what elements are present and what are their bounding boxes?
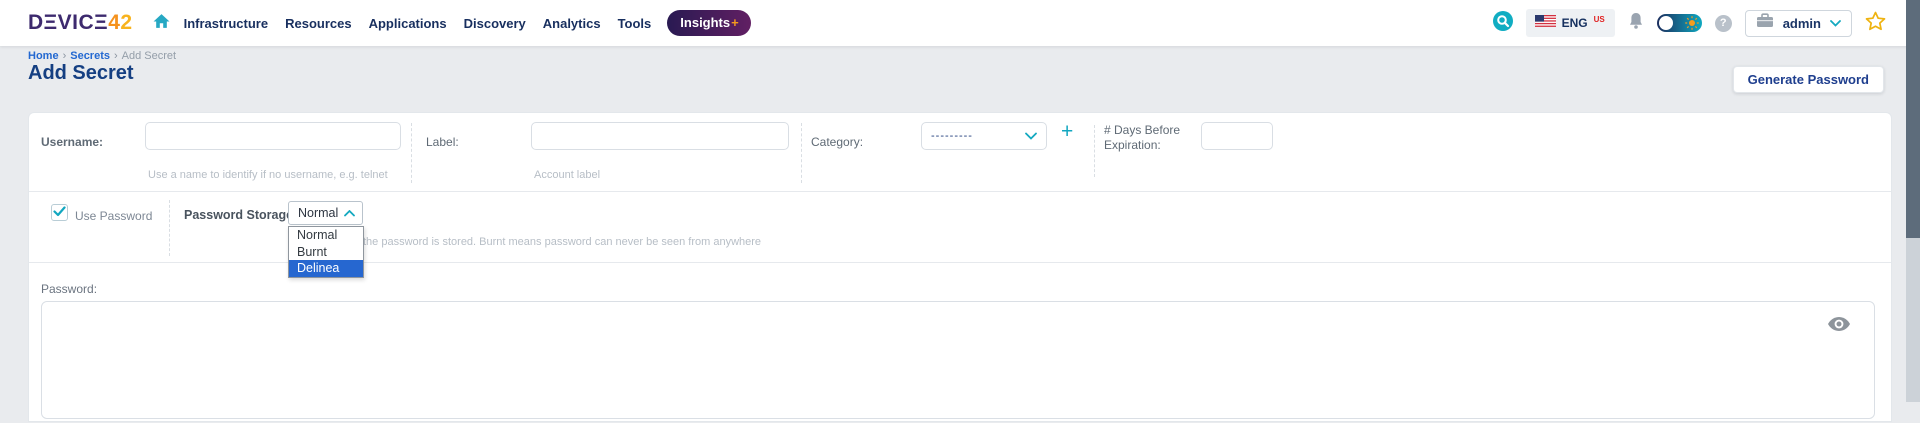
reveal-password-button[interactable] [1826,314,1852,337]
favorites-button[interactable] [1865,11,1886,36]
language-region: US [1594,15,1605,24]
breadcrumb-separator: › [114,50,118,62]
generate-password-button[interactable]: Generate Password [1733,66,1884,93]
nav-infrastructure[interactable]: Infrastructure [184,16,269,31]
nav-tools[interactable]: Tools [618,16,652,31]
form-row-password: Password: [29,263,1891,421]
home-icon [153,13,170,34]
chevron-up-icon [344,204,355,222]
checkmark-icon [53,204,66,222]
days-before-expiration-label: # Days Before Expiration: [1104,123,1214,153]
password-storage-label: Password Storage: [184,208,297,222]
language-label: ENG [1562,16,1588,30]
question-icon: ? [1720,17,1727,29]
nav-discovery[interactable]: Discovery [464,16,526,31]
password-storage-selected-value: Normal [298,206,338,220]
category-selected-value: --------- [931,130,973,142]
star-icon [1865,11,1886,36]
category-select[interactable]: --------- [921,122,1047,150]
password-field-container [41,301,1875,419]
use-password-label: Use Password [75,209,152,223]
username-label: Username: [41,135,103,149]
nav-resources[interactable]: Resources [285,16,351,31]
form-row-identity: Username: Use a name to identify if no u… [29,113,1891,192]
breadcrumb-home[interactable]: Home [28,50,59,62]
add-category-button[interactable]: + [1061,120,1073,144]
us-flag-icon [1535,14,1556,32]
dropdown-option-delinea[interactable]: Delinea [289,260,363,277]
sun-icon [1685,16,1699,35]
days-before-expiration-input[interactable] [1201,122,1273,150]
form-row-password-options: Use Password Password Storage: Normal No… [29,192,1891,263]
dropdown-option-burnt[interactable]: Burnt [289,244,363,261]
username-input[interactable] [145,122,401,150]
password-textarea[interactable] [42,302,1874,418]
password-storage-helper: the password is stored. Burnt means pass… [363,236,761,248]
breadcrumb-secrets[interactable]: Secrets [70,50,110,62]
theme-toggle[interactable] [1657,14,1702,32]
search-icon [1493,11,1513,36]
plus-icon: + [731,15,739,30]
home-nav-button[interactable] [153,13,170,34]
use-password-checkbox[interactable] [51,204,68,221]
insights-button[interactable]: Insights + [667,10,750,36]
device42-logo[interactable]: DΞVICΞ42 [28,11,133,35]
breadcrumb-current: Add Secret [122,50,176,62]
scrollbar-thumb[interactable] [1906,0,1920,238]
breadcrumb: Home›Secrets›Add Secret [28,50,176,62]
password-label: Password: [41,282,97,296]
label-helper: Account label [534,169,600,181]
logo-text: DΞVICΞ [28,11,108,34]
username-helper: Use a name to identify if no username, e… [148,169,388,181]
top-navbar: DΞVICΞ42 Infrastructure Resources Applic… [0,0,1920,46]
bell-icon [1628,12,1644,35]
nav-applications[interactable]: Applications [369,16,447,31]
toggle-knob-icon [1659,16,1673,30]
divider [411,123,412,183]
breadcrumb-separator: › [63,50,67,62]
eye-icon [1826,322,1852,337]
user-menu[interactable]: admin [1745,10,1852,37]
chevron-down-icon [1830,14,1841,32]
chevron-down-icon [1025,127,1037,145]
username-label: admin [1783,16,1821,31]
add-secret-form-card: Username: Use a name to identify if no u… [28,112,1892,422]
nav-analytics[interactable]: Analytics [543,16,601,31]
vertical-scrollbar[interactable] [1906,0,1920,402]
main-navigation: Infrastructure Resources Applications Di… [184,16,652,31]
category-label: Category: [811,135,863,149]
divider [801,123,802,183]
language-selector[interactable]: ENG US [1526,9,1615,37]
notifications-button[interactable] [1628,12,1644,35]
divider [1094,125,1095,177]
label-label: Label: [426,135,459,149]
divider [169,200,170,256]
briefcase-icon [1756,13,1774,33]
label-input[interactable] [531,122,789,150]
dropdown-option-normal[interactable]: Normal [289,227,363,244]
navbar-right-group: ENG US [1493,9,1886,37]
help-button[interactable]: ? [1715,15,1732,32]
password-storage-select[interactable]: Normal [288,201,363,225]
page-title: Add Secret [28,62,134,85]
password-storage-dropdown-menu: Normal Burnt Delinea [288,226,364,278]
search-button[interactable] [1493,11,1513,36]
